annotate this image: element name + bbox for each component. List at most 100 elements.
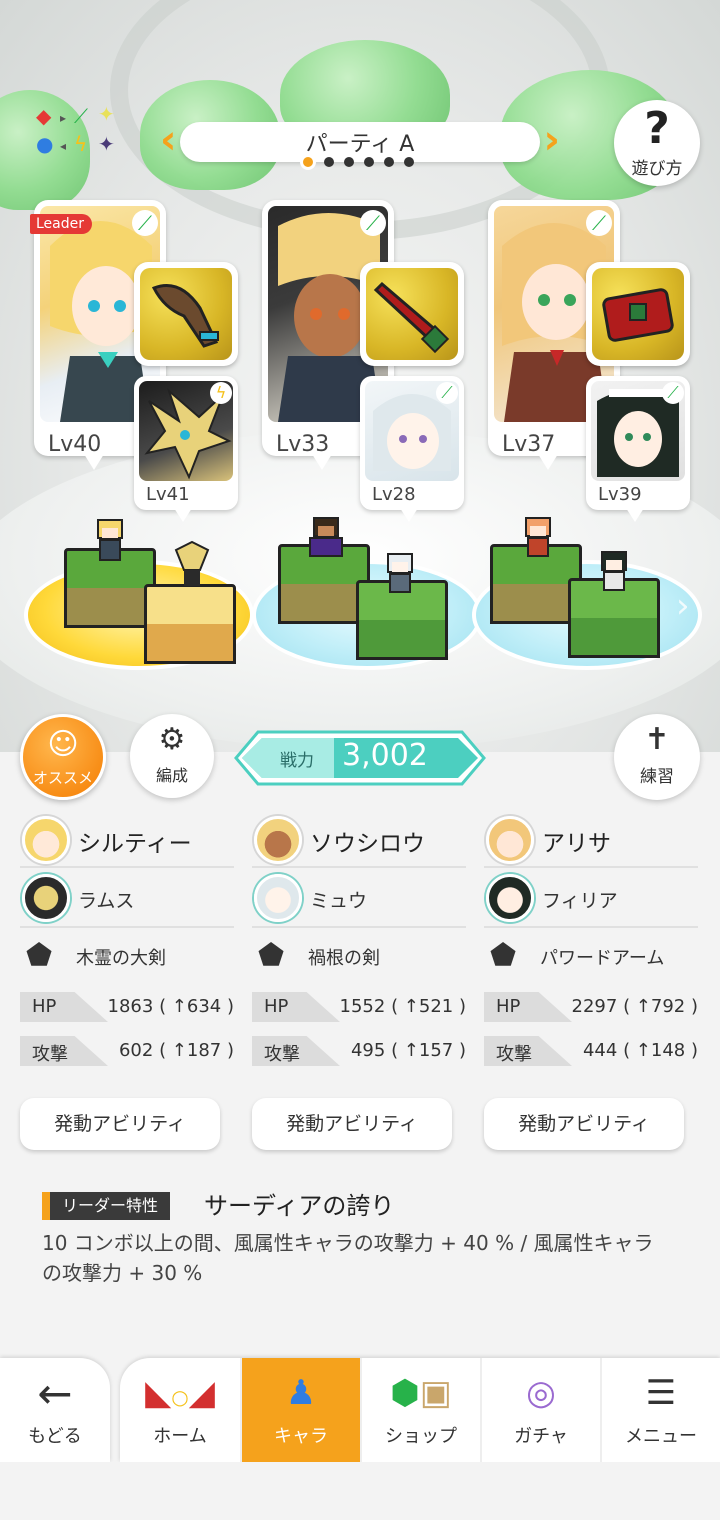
sub-character-sprite xyxy=(378,548,422,598)
sub-character-card[interactable]: ⟋ Lv39 xyxy=(586,376,690,522)
page-dot-active[interactable] xyxy=(300,154,316,170)
home-icon: ◣○◢ xyxy=(145,1373,215,1413)
recommend-button[interactable]: ☺ オススメ xyxy=(20,714,106,800)
sub-character-name: ラムス xyxy=(78,890,135,912)
tab-menu[interactable]: ☰ メニュー xyxy=(600,1358,720,1462)
attack-value: 444 ( ↑148 ) xyxy=(582,1040,698,1061)
character-sprite xyxy=(304,512,348,562)
formation-gear-icon: ⚙ xyxy=(158,722,186,757)
page-dot[interactable] xyxy=(344,157,354,167)
sub-character-row[interactable]: ミュウ xyxy=(252,868,466,928)
ability-button[interactable]: 発動アビリティ xyxy=(252,1098,452,1150)
how-to-play-button[interactable]: ? 遊び方 xyxy=(614,100,700,186)
weapon-slot[interactable] xyxy=(360,262,464,366)
weapon-slot[interactable] xyxy=(586,262,690,366)
bottom-navigation: ← もどる ◣○◢ ホーム ♟ キャラ ⬢▣ ショップ ◎ ガチャ ☰ メニュー xyxy=(0,1358,720,1462)
page-dot[interactable] xyxy=(384,157,394,167)
power-value: 3,002 xyxy=(342,738,428,773)
sub-character-card[interactable]: ϟ Lv41 xyxy=(134,376,238,522)
weapon-icon xyxy=(140,268,232,360)
tab-gacha[interactable]: ◎ ガチャ xyxy=(480,1358,600,1462)
card-tail xyxy=(538,454,558,470)
character-sprite xyxy=(516,512,560,562)
sand-block xyxy=(144,584,236,664)
character-avatar xyxy=(486,816,534,864)
weapon-name: 木霊の大剣 xyxy=(76,948,166,969)
character-name: ソウシロウ xyxy=(310,831,425,857)
equipment-row[interactable]: ⬟ 木霊の大剣 xyxy=(20,928,234,984)
character-name: アリサ xyxy=(542,831,611,857)
hp-value: 1552 ( ↑521 ) xyxy=(339,996,466,1017)
practice-label: 練習 xyxy=(640,767,674,787)
tab-shop[interactable]: ⬢▣ ショップ xyxy=(360,1358,480,1462)
sub-character-card[interactable]: ⟋ Lv28 xyxy=(360,376,464,522)
hp-label: HP xyxy=(32,996,57,1017)
gacha-icon: ◎ xyxy=(526,1373,556,1413)
hp-stat: HP 2297 ( ↑792 ) xyxy=(484,992,698,1028)
character-pedestal[interactable] xyxy=(472,517,702,670)
wind-attribute-icon: ⟋ xyxy=(586,210,612,236)
practice-button[interactable]: ✝ 練習 xyxy=(614,714,700,800)
sub-character-sprite xyxy=(592,546,636,596)
tab-character[interactable]: ♟ キャラ xyxy=(240,1358,360,1462)
how-to-play-label: 遊び方 xyxy=(631,159,683,179)
formation-button[interactable]: ⚙ 編成 xyxy=(130,714,214,798)
hp-stat: HP 1863 ( ↑634 ) xyxy=(20,992,234,1028)
ability-button[interactable]: 発動アビリティ xyxy=(484,1098,684,1150)
tab-shop-label: ショップ xyxy=(385,1426,457,1447)
sub-character-name: ミュウ xyxy=(310,890,368,912)
power-label: 戦力 xyxy=(280,751,314,771)
character-avatar xyxy=(22,816,70,864)
sub-character-sprite xyxy=(170,540,214,590)
formation-label: 編成 xyxy=(155,766,188,785)
attack-value: 602 ( ↑187 ) xyxy=(118,1040,234,1061)
weapon-icon xyxy=(592,268,684,360)
back-label: もどる xyxy=(28,1426,82,1447)
leader-skill-title: サーディアの誇り xyxy=(204,1192,395,1220)
weapon-name: パワードアーム xyxy=(540,948,665,969)
weapon-slot[interactable] xyxy=(134,262,238,366)
element-cycle-icon[interactable]: ◆ ▸ ⟋ ✦ ● ◂ ϟ ✦ xyxy=(34,104,134,168)
main-character-row[interactable]: シルティー xyxy=(20,812,234,868)
hp-label: HP xyxy=(264,996,289,1017)
training-dummy-icon: ✝ xyxy=(644,722,670,757)
wind-attribute-icon: ⟋ xyxy=(360,210,386,236)
character-name: シルティー xyxy=(78,831,192,857)
card-tail xyxy=(312,454,332,470)
equipment-row[interactable]: ⬟ 禍根の剣 xyxy=(252,928,466,984)
sub-character-level: Lv39 xyxy=(598,484,642,505)
tab-home[interactable]: ◣○◢ ホーム xyxy=(120,1358,240,1462)
hp-label: HP xyxy=(496,996,521,1017)
main-character-row[interactable]: アリサ xyxy=(484,812,698,868)
back-button[interactable]: ← もどる xyxy=(0,1358,110,1462)
sub-character-level: Lv41 xyxy=(146,484,190,505)
equipment-row[interactable]: ⬟ パワードアーム xyxy=(484,928,698,984)
page-dot[interactable] xyxy=(364,157,374,167)
weapon-slot-icon: ⬟ xyxy=(26,938,53,973)
leader-skill-description: 10 コンボ以上の間、風属性キャラの攻撃力 + 40 % / 風属性キャラの攻撃… xyxy=(42,1231,654,1285)
character-pedestal[interactable] xyxy=(24,519,254,670)
hp-stat: HP 1552 ( ↑521 ) xyxy=(252,992,466,1028)
attack-label: 攻撃 xyxy=(32,1044,68,1065)
page-dot[interactable] xyxy=(404,157,414,167)
leader-tag: Leader xyxy=(30,214,93,234)
main-character-row[interactable]: ソウシロウ xyxy=(252,812,466,868)
tab-menu-label: メニュー xyxy=(625,1426,697,1447)
wind-attribute-icon: ⟋ xyxy=(132,210,158,236)
character-column: アリサ フィリア ⬟ パワードアーム HP 2297 ( ↑792 ) 攻撃 4… xyxy=(484,812,698,1150)
page-dot[interactable] xyxy=(324,157,334,167)
sub-character-row[interactable]: ラムス xyxy=(20,868,234,928)
attack-value: 495 ( ↑157 ) xyxy=(350,1040,466,1061)
party-scene: ◆ ▸ ⟋ ✦ ● ◂ ϟ ✦ ‹ › パーティ A ? 遊び方 Leader … xyxy=(0,0,720,760)
sub-character-avatar xyxy=(486,874,534,922)
ability-button[interactable]: 発動アビリティ xyxy=(20,1098,220,1150)
nav-tabs: ◣○◢ ホーム ♟ キャラ ⬢▣ ショップ ◎ ガチャ ☰ メニュー xyxy=(120,1358,720,1462)
character-sprite xyxy=(88,514,132,564)
sub-character-avatar xyxy=(254,874,302,922)
character-column: ソウシロウ ミュウ ⬟ 禍根の剣 HP 1552 ( ↑521 ) 攻撃 495… xyxy=(252,812,466,1150)
attack-stat: 攻撃 602 ( ↑187 ) xyxy=(20,1036,234,1072)
sub-character-row[interactable]: フィリア xyxy=(484,868,698,928)
back-arrow-icon: ← xyxy=(37,1369,73,1418)
next-party-arrow[interactable]: › xyxy=(676,586,690,626)
character-pedestal[interactable] xyxy=(252,517,482,670)
